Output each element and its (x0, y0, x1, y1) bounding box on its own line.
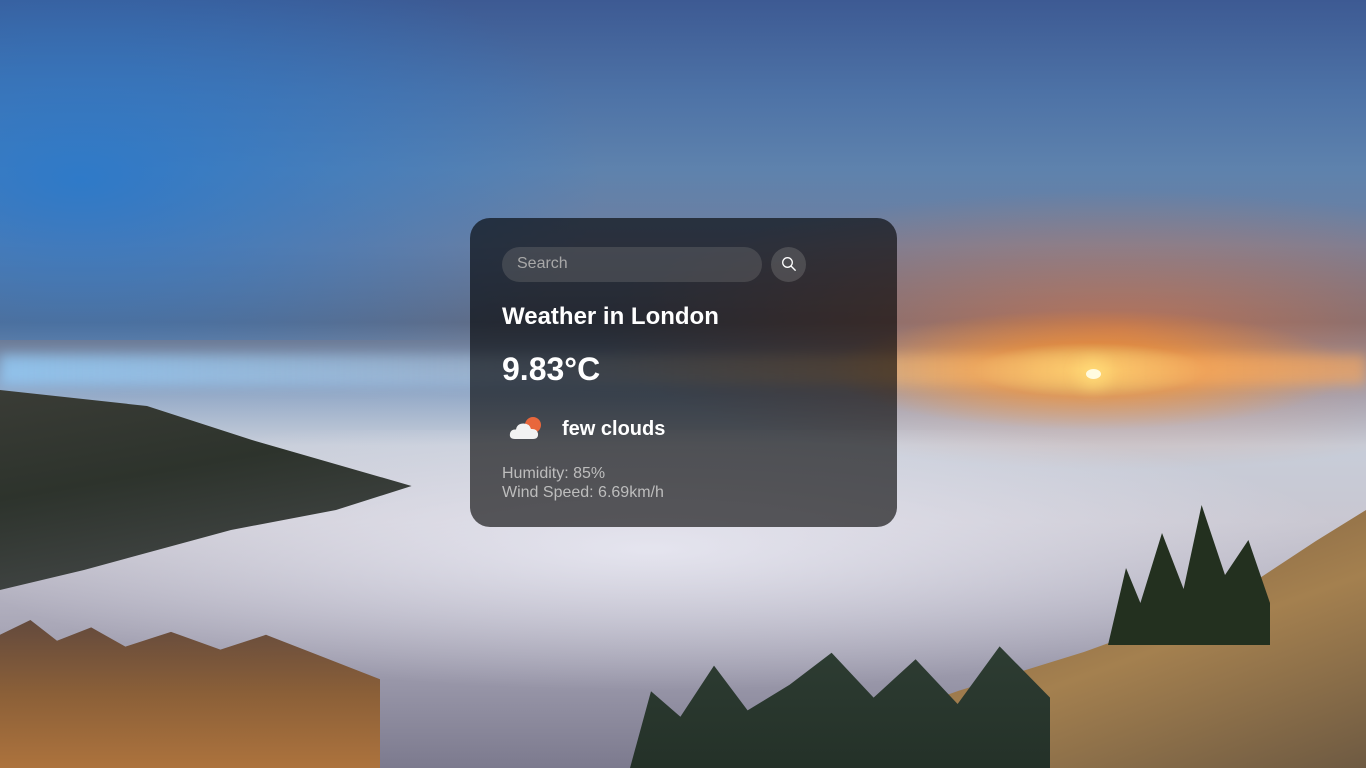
humidity-text: Humidity: 85% (502, 465, 606, 482)
search-button[interactable] (771, 246, 806, 282)
weather-details: Humidity: 85% Wind Speed: 6.69km/h (502, 464, 865, 502)
city-title: Weather in London (502, 303, 719, 330)
search-icon (781, 256, 797, 272)
search-bar (502, 246, 865, 282)
search-input[interactable] (502, 246, 762, 282)
wind-speed-text: Wind Speed: 6.69km/h (502, 484, 664, 501)
weather-condition: few clouds (502, 407, 865, 451)
few-clouds-icon (507, 407, 557, 451)
temperature: 9.83°C (502, 351, 601, 387)
weather-card: Weather in London 9.83°C few clouds Humi… (470, 218, 897, 527)
sun (1086, 369, 1101, 379)
condition-description: few clouds (562, 417, 666, 440)
